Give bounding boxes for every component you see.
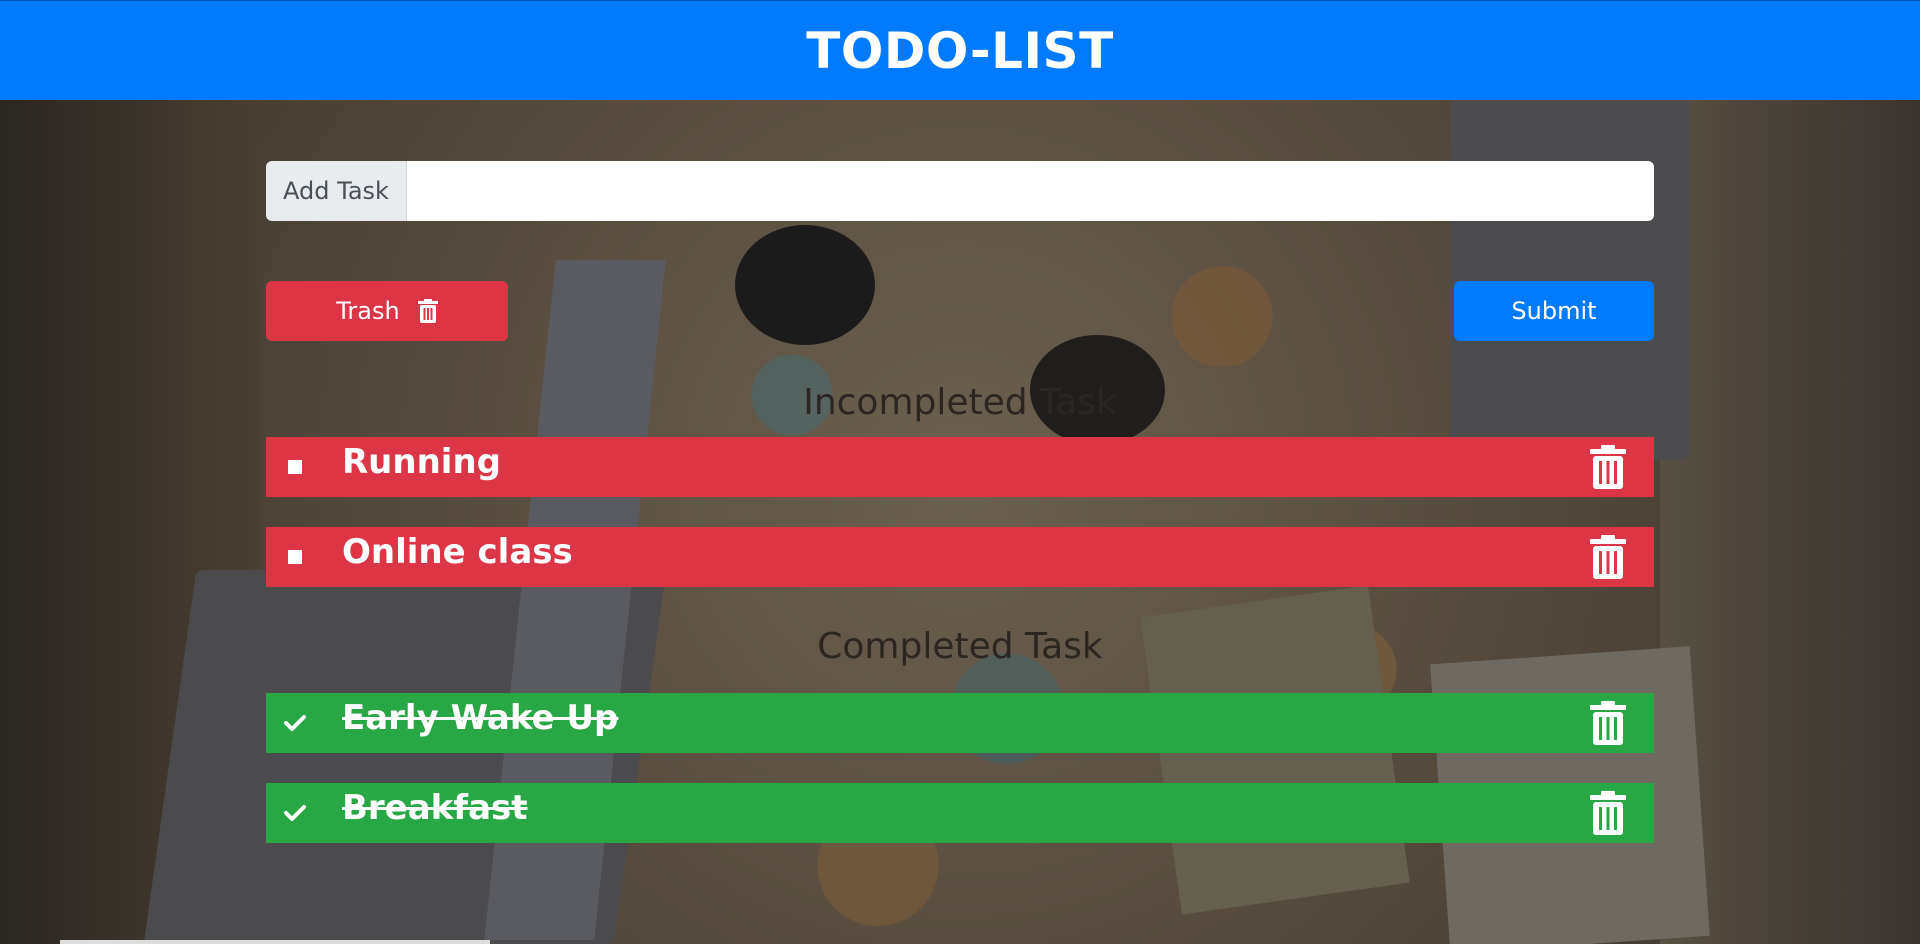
trash-button-label: Trash xyxy=(336,297,400,325)
task-label: Breakfast xyxy=(342,788,528,828)
task-item: Running xyxy=(266,437,1654,497)
add-task-group: Add Task xyxy=(266,161,1654,221)
complete-task-list: Early Wake Up Breakfast xyxy=(266,693,1654,843)
incomplete-section-title: Incompleted Task xyxy=(803,382,1117,423)
incomplete-task-list: Running Online class xyxy=(266,437,1654,587)
main-container: Add Task Trash Submit Incompleted Task R… xyxy=(266,161,1654,843)
complete-section-title: Completed Task xyxy=(817,626,1103,667)
trash-button[interactable]: Trash xyxy=(266,281,508,341)
task-item: Breakfast xyxy=(266,783,1654,843)
trash-icon[interactable] xyxy=(1590,701,1626,745)
checkmark-icon xyxy=(284,715,306,731)
task-item: Early Wake Up xyxy=(266,693,1654,753)
trash-icon[interactable] xyxy=(1590,445,1626,489)
uncomplete-task-checkbox[interactable] xyxy=(266,783,324,843)
add-task-input[interactable] xyxy=(407,161,1654,221)
checkmark-icon xyxy=(284,805,306,821)
add-task-label: Add Task xyxy=(266,161,407,221)
square-icon xyxy=(288,460,302,474)
trash-icon[interactable] xyxy=(1590,535,1626,579)
submit-button[interactable]: Submit xyxy=(1454,281,1654,341)
task-label: Running xyxy=(342,442,501,482)
trash-icon xyxy=(417,299,438,323)
task-label: Online class xyxy=(342,532,573,572)
complete-task-checkbox[interactable] xyxy=(266,527,324,587)
trash-icon[interactable] xyxy=(1590,791,1626,835)
complete-task-checkbox[interactable] xyxy=(266,437,324,497)
task-item: Online class xyxy=(266,527,1654,587)
uncomplete-task-checkbox[interactable] xyxy=(266,693,324,753)
square-icon xyxy=(288,550,302,564)
action-bar: Trash Submit xyxy=(266,281,1654,341)
app-header: TODO-LIST xyxy=(0,0,1920,100)
app-title: TODO-LIST xyxy=(806,21,1114,80)
task-label: Early Wake Up xyxy=(342,698,619,738)
